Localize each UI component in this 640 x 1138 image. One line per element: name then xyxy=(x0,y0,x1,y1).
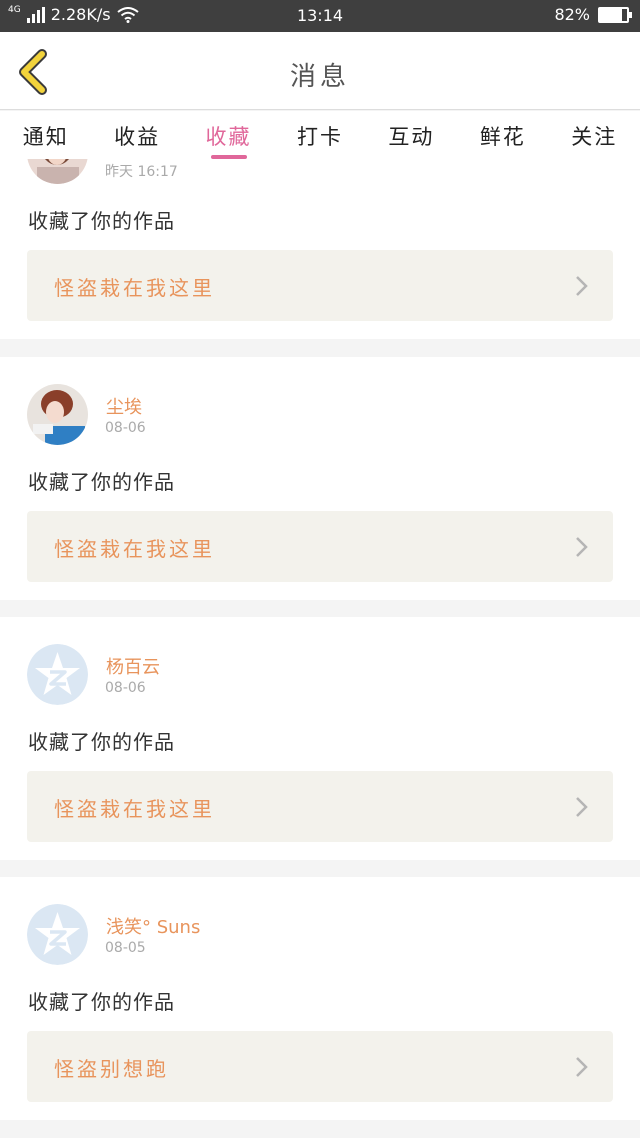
default-avatar[interactable] xyxy=(27,644,88,705)
notification-date: 昨天 16:17 xyxy=(105,164,178,180)
chevron-right-icon xyxy=(576,537,588,557)
battery-icon xyxy=(598,6,632,23)
star-avatar-icon xyxy=(27,904,88,965)
status-bar: 4G 2.28K/s 13:14 82% xyxy=(0,0,640,32)
tab-flowers[interactable]: 鲜花 xyxy=(457,111,548,159)
star-avatar-icon xyxy=(27,644,88,705)
battery-percent: 82% xyxy=(554,5,590,24)
work-title: 怪盗栽在我这里 xyxy=(54,797,215,821)
clock: 13:14 xyxy=(296,6,344,25)
notification-text: 收藏了你的作品 xyxy=(28,730,175,754)
tab-notice[interactable]: 通知 xyxy=(0,111,91,159)
notification-text: 收藏了你的作品 xyxy=(28,990,175,1014)
tab-follow[interactable]: 关注 xyxy=(549,111,640,159)
default-avatar[interactable] xyxy=(27,904,88,965)
list-item: 杨百云 08-06 收藏了你的作品 怪盗栽在我这里 xyxy=(0,617,640,860)
username[interactable]: 浅笑° Suns xyxy=(106,913,200,939)
notification-list[interactable]: 昨天 16:17 收藏了你的作品 怪盗栽在我这里 尘埃 08-06 收藏了你的作… xyxy=(0,159,640,1138)
tab-earnings[interactable]: 收益 xyxy=(91,111,182,159)
work-title: 怪盗别想跑 xyxy=(54,1057,169,1081)
chevron-right-icon xyxy=(576,1057,588,1077)
work-link[interactable]: 怪盗栽在我这里 xyxy=(27,511,613,582)
work-link[interactable]: 怪盗栽在我这里 xyxy=(27,250,613,321)
notification-text: 收藏了你的作品 xyxy=(28,209,175,233)
work-link[interactable]: 怪盗栽在我这里 xyxy=(27,771,613,842)
tab-checkin[interactable]: 打卡 xyxy=(274,111,365,159)
tab-bar: 通知 收益 收藏 打卡 互动 鲜花 关注 xyxy=(0,111,640,159)
notification-date: 08-06 xyxy=(105,420,146,436)
work-title: 怪盗栽在我这里 xyxy=(54,276,215,300)
work-title: 怪盗栽在我这里 xyxy=(54,537,215,561)
notification-date: 08-05 xyxy=(105,940,146,956)
page-title: 消息 xyxy=(289,62,350,92)
list-item: 昨天 16:17 收藏了你的作品 怪盗栽在我这里 xyxy=(0,159,640,339)
avatar[interactable] xyxy=(27,159,88,184)
username[interactable]: 尘埃 xyxy=(106,393,142,419)
tab-interaction[interactable]: 互动 xyxy=(366,111,457,159)
notification-date: 08-06 xyxy=(105,680,146,696)
avatar[interactable] xyxy=(27,384,88,445)
list-item: 尘埃 08-06 收藏了你的作品 怪盗栽在我这里 xyxy=(0,357,640,600)
nav-header: 消息 xyxy=(0,32,640,110)
work-link[interactable]: 怪盗别想跑 xyxy=(27,1031,613,1102)
chevron-right-icon xyxy=(576,797,588,817)
username[interactable]: 杨百云 xyxy=(106,653,160,679)
tab-favorites[interactable]: 收藏 xyxy=(183,111,274,159)
notification-text: 收藏了你的作品 xyxy=(28,470,175,494)
chevron-right-icon xyxy=(576,276,588,296)
list-item: 浅笑° Suns 08-05 收藏了你的作品 怪盗别想跑 xyxy=(0,877,640,1120)
